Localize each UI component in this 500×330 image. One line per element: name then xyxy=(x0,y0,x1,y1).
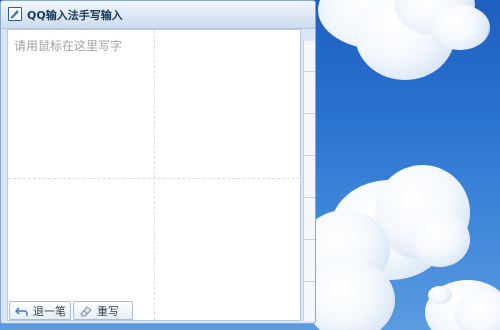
cloud xyxy=(305,260,395,330)
handwriting-input-window: QQ输入法手写输入 请用鼠标在这里写字 退一笔 重写 xyxy=(0,0,316,324)
rewrite-button[interactable]: 重写 xyxy=(73,301,133,320)
cloud xyxy=(428,286,452,304)
window-title: QQ输入法手写输入 xyxy=(27,9,123,22)
candidate-list xyxy=(303,41,315,321)
handwriting-app-icon xyxy=(8,7,22,21)
undo-arrow-icon xyxy=(15,305,29,317)
candidate-slot[interactable] xyxy=(304,281,315,282)
pad-horizontal-guide xyxy=(8,178,300,179)
undo-stroke-button[interactable]: 退一笔 xyxy=(9,301,71,320)
title-bar[interactable]: QQ输入法手写输入 xyxy=(1,1,315,29)
eraser-icon xyxy=(79,305,93,317)
cloud xyxy=(430,5,490,50)
handwriting-pad[interactable]: 请用鼠标在这里写字 xyxy=(7,29,301,321)
pad-placeholder: 请用鼠标在这里写字 xyxy=(14,39,123,53)
pad-vertical-guide xyxy=(154,30,155,320)
candidate-slot[interactable] xyxy=(304,197,315,198)
candidate-slot[interactable] xyxy=(304,155,315,156)
candidate-slot[interactable] xyxy=(304,113,315,114)
cloud xyxy=(410,212,470,267)
candidate-slot[interactable] xyxy=(304,239,315,240)
rewrite-label: 重写 xyxy=(97,304,119,318)
candidate-slot[interactable] xyxy=(304,71,315,72)
undo-stroke-label: 退一笔 xyxy=(33,304,66,318)
